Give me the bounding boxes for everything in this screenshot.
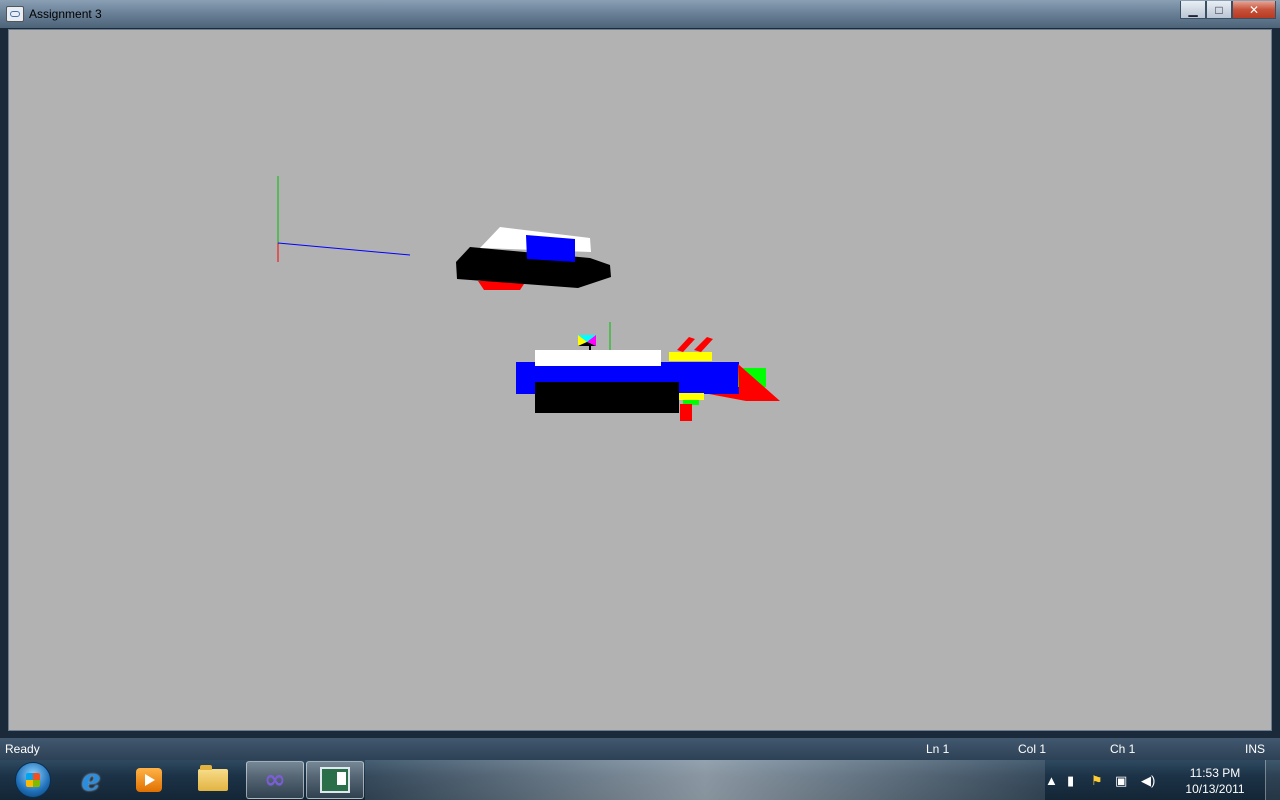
clock-time: 11:53 PM (1189, 766, 1241, 780)
network-icon[interactable]: ▣ (1115, 773, 1127, 789)
close-button[interactable]: ✕ (1232, 1, 1276, 19)
boat-far-cabin (526, 235, 575, 262)
power-icon[interactable]: ▮ (1067, 773, 1074, 789)
file-explorer-icon (198, 765, 228, 791)
exhaust-pipe-left (677, 337, 695, 352)
visual-studio-icon: ∞ (264, 765, 286, 795)
window-title-bar[interactable]: Assignment 3 ▁ □ ✕ (0, 0, 1280, 28)
boat-far (456, 227, 611, 290)
exhaust-pipe-right (694, 337, 713, 352)
status-line: Ln 1 (926, 742, 950, 756)
taskbar-assignment-app[interactable] (306, 761, 364, 799)
taskbar-media-player[interactable] (120, 761, 178, 799)
assignment-app-icon (320, 767, 350, 793)
taskbar: e ∞ ▲ ▮ ⚑ ▣ ◀) 11:53 PM 10/13/2011 (0, 760, 1280, 800)
status-column: Col 1 (1018, 742, 1047, 756)
clock-date: 10/13/2011 (1185, 782, 1245, 796)
windows-start-orb-icon (15, 762, 51, 798)
window-caption-buttons: ▁ □ ✕ (1180, 1, 1276, 19)
app-icon[interactable] (6, 6, 24, 22)
show-desktop-button[interactable] (1265, 760, 1280, 800)
boat-near-hull-black (535, 382, 679, 413)
scene-canvas (277, 176, 780, 421)
taskbar-internet-explorer[interactable]: e (62, 761, 120, 799)
red-rudder (680, 404, 692, 421)
volume-icon[interactable]: ◀) (1141, 773, 1155, 789)
axis-x-line (277, 242, 411, 256)
action-center-flag-icon[interactable]: ⚑ (1091, 773, 1103, 789)
internet-explorer-icon: e (81, 762, 101, 798)
desktop-wallpaper-strip (365, 760, 1045, 800)
taskbar-visual-studio[interactable]: ∞ (246, 761, 304, 799)
status-bar: Ready Ln 1 Col 1 Ch 1 INS (0, 738, 1280, 760)
start-button[interactable] (4, 761, 62, 799)
maximize-button[interactable]: □ (1206, 1, 1232, 19)
minimize-button[interactable]: ▁ (1180, 1, 1206, 19)
boat-near-deck-white (535, 350, 661, 366)
yellow-band-bottom (679, 393, 704, 400)
taskbar-clock[interactable]: 11:53 PM 10/13/2011 (1180, 765, 1250, 797)
status-text: Ready (5, 742, 40, 756)
taskbar-file-explorer[interactable] (184, 761, 242, 799)
boat-near (516, 322, 780, 421)
window-title: Assignment 3 (29, 7, 102, 21)
status-character: Ch 1 (1110, 742, 1136, 756)
world-axes (277, 176, 411, 262)
media-player-icon (136, 768, 162, 792)
yellow-band-top (669, 352, 712, 361)
show-hidden-icons-icon[interactable]: ▲ (1045, 773, 1058, 788)
status-mode: INS (1245, 742, 1266, 756)
opengl-viewport[interactable] (8, 29, 1272, 731)
